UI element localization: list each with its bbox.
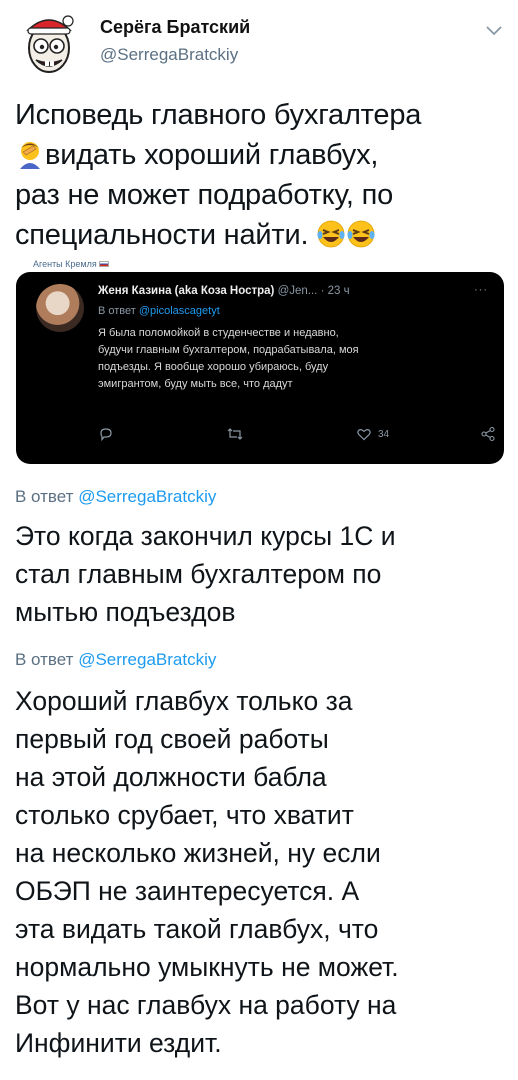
- embedded-reply-prefix: В ответ: [98, 305, 136, 317]
- chevron-down-icon[interactable]: [484, 24, 504, 38]
- reply-line: первый год своей работы: [15, 724, 329, 754]
- tweet-line-text: специальности найти.: [15, 219, 309, 251]
- embedded-body-line: эмигрантом, буду мыть все, что дадут: [98, 378, 293, 390]
- embedded-reply-label: В ответ @picolascagetyt: [98, 305, 220, 317]
- embedded-avatar: [36, 284, 84, 332]
- author-name[interactable]: Серёга Братский: [100, 17, 250, 38]
- reply-action: [98, 424, 114, 444]
- reply-line: эта видать такой главбух, что: [15, 914, 379, 944]
- reply-handle-link[interactable]: @SerregaBratckiy: [78, 487, 216, 506]
- embedded-action-bar: 34: [98, 424, 498, 448]
- reply-line: на несколько жизней, ну если: [15, 838, 381, 868]
- reply-line: мытью подъездов: [15, 597, 236, 627]
- author-handle[interactable]: @SerregaBratckiy: [100, 45, 238, 65]
- reply-line: нормально умыкнуть не может.: [15, 952, 399, 982]
- tweet-line: видать хороший главбух,: [15, 135, 510, 175]
- reply-label: В ответ @SerregaBratckiy: [15, 650, 216, 670]
- like-action: 34: [356, 424, 389, 444]
- tweet-line: специальности найти.: [15, 215, 510, 255]
- embedded-author-name: Женя Казина (aka Коза Ностра): [98, 285, 275, 297]
- reply-line: Вот у нас главбух на работу на: [15, 990, 397, 1020]
- embedded-tweet-screenshot: Женя Казина (aka Коза Ностра) @Jen... · …: [16, 272, 504, 464]
- channel-caption-text: Агенты Кремля: [33, 259, 97, 269]
- reply-text: Это когда закончил курсы 1С и стал главн…: [15, 517, 510, 631]
- russian-flag-icon: [98, 261, 109, 267]
- tweet-header: Серёга Братский @SerregaBratckiy: [0, 0, 518, 92]
- reply-label: В ответ @SerregaBratckiy: [15, 487, 216, 507]
- reply-line: столько срубает, что хватит: [15, 800, 354, 830]
- embedded-reply-handle: @picolascagetyt: [138, 305, 220, 317]
- embedded-body-line: будучи главным бухгалтером, подрабатывал…: [98, 344, 359, 356]
- reply-line: ОБЭП не заинтересуется. А: [15, 876, 360, 906]
- share-icon: [481, 426, 495, 442]
- laughing-emoji-icon: [347, 220, 375, 248]
- reply-line: на этой должности бабла: [15, 762, 327, 792]
- like-count: 34: [378, 428, 390, 440]
- more-icon: ···: [474, 284, 488, 296]
- tweet-text: Исповедь главного бухгалтера видать хоро…: [15, 95, 510, 255]
- retweet-action: [226, 424, 244, 444]
- reply-handle-link[interactable]: @SerregaBratckiy: [78, 650, 216, 669]
- reply-icon: [100, 428, 112, 442]
- tweet-line: Исповедь главного бухгалтера: [15, 99, 422, 131]
- tweet-line: раз не может подработку, по: [15, 179, 394, 211]
- facepalm-emoji-icon: [20, 142, 40, 169]
- reply-line: Хороший главбух только за: [15, 686, 353, 716]
- embedded-body-line: Я была поломойкой в студенчестве и недав…: [98, 327, 339, 339]
- reply-line: стал главным бухгалтером по: [15, 559, 382, 589]
- reply-text: Хороший главбух только за первый год сво…: [15, 682, 510, 1062]
- cartoon-face-icon: [26, 15, 74, 73]
- laughing-emoji-icon: [317, 220, 345, 248]
- embedded-handle-time: @Jen... · 23 ч: [277, 285, 350, 297]
- reply-prefix: В ответ: [15, 487, 74, 506]
- embedded-body-line: подъезды. Я вообще хорошо убираюсь, буду: [98, 361, 329, 373]
- embedded-body: Я была поломойкой в студенчестве и недав…: [98, 325, 494, 393]
- share-action: [480, 424, 496, 444]
- reply-line: Это когда закончил курсы 1С и: [15, 521, 396, 551]
- channel-caption: Агенты Кремля: [33, 259, 109, 269]
- heart-icon: [357, 429, 371, 441]
- tweet-line-text: видать хороший главбух,: [45, 139, 379, 171]
- reply-prefix: В ответ: [15, 650, 74, 669]
- embedded-author: Женя Казина (aka Коза Ностра) @Jen... · …: [98, 285, 350, 297]
- author-avatar[interactable]: [14, 8, 84, 78]
- retweet-icon: [227, 428, 243, 440]
- reply-line: Инфинити ездит.: [15, 1028, 222, 1058]
